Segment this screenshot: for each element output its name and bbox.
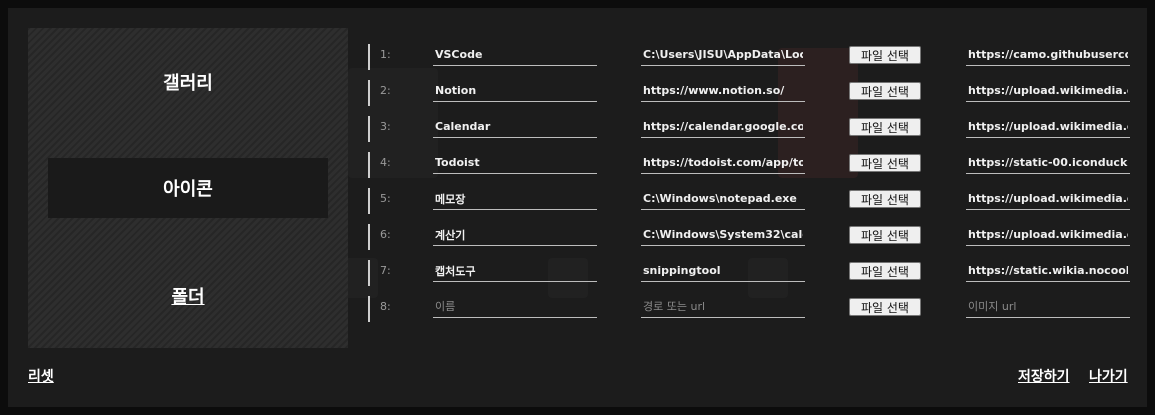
image-url-input[interactable] [966,152,1130,174]
path-input[interactable] [641,152,805,174]
name-input[interactable] [433,260,597,282]
image-url-input[interactable] [966,260,1130,282]
image-url-input[interactable] [966,296,1130,318]
path-input[interactable] [641,224,805,246]
row-number: 8: [380,300,391,313]
list-item: 7: 파일 선택 [368,260,1147,286]
path-input[interactable] [641,296,805,318]
row-divider [368,260,370,286]
choose-file-button[interactable]: 파일 선택 [849,298,921,316]
row-number: 6: [380,228,391,241]
menu-item-label: 갤러리 [163,73,213,94]
exit-button[interactable]: 나가기 [1089,366,1128,386]
row-number: 2: [380,84,391,97]
choose-file-button[interactable]: 파일 선택 [849,82,921,100]
choose-file-button[interactable]: 파일 선택 [849,118,921,136]
list-item: 8: 파일 선택 [368,296,1147,322]
image-url-input[interactable] [966,224,1130,246]
menu-item-icon[interactable]: 아이콘 [48,158,328,218]
choose-file-button[interactable]: 파일 선택 [849,190,921,208]
row-divider [368,188,370,214]
choose-file-button[interactable]: 파일 선택 [849,46,921,64]
path-input[interactable] [641,116,805,138]
choose-file-button[interactable]: 파일 선택 [849,154,921,172]
name-input[interactable] [433,188,597,210]
row-divider [368,80,370,106]
row-divider [368,44,370,70]
row-number: 5: [380,192,391,205]
name-input[interactable] [433,116,597,138]
list-item: 5: 파일 선택 [368,188,1147,214]
list-item: 2: 파일 선택 [368,80,1147,106]
name-input[interactable] [433,80,597,102]
path-input[interactable] [641,80,805,102]
name-input[interactable] [433,44,597,66]
list-item: 3: 파일 선택 [368,116,1147,142]
row-number: 7: [380,264,391,277]
list-item: 1: 파일 선택 [368,44,1147,70]
list-item: 6: 파일 선택 [368,224,1147,250]
row-divider [368,296,370,322]
path-input[interactable] [641,188,805,210]
name-input[interactable] [433,224,597,246]
row-number: 1: [380,48,391,61]
save-button[interactable]: 저장하기 [1018,366,1070,386]
reset-button[interactable]: 리셋 [28,366,54,386]
category-menu: 갤러리 아이콘 폴더 [28,28,348,348]
row-divider [368,116,370,142]
image-url-input[interactable] [966,44,1130,66]
row-number: 3: [380,120,391,133]
row-divider [368,152,370,178]
choose-file-button[interactable]: 파일 선택 [849,262,921,280]
path-input[interactable] [641,260,805,282]
choose-file-button[interactable]: 파일 선택 [849,226,921,244]
menu-item-gallery[interactable]: 갤러리 [48,52,328,112]
menu-item-label: 아이콘 [163,179,213,200]
menu-item-label: 폴더 [171,287,205,308]
image-url-input[interactable] [966,188,1130,210]
list-item: 4: 파일 선택 [368,152,1147,178]
row-number: 4: [380,156,391,169]
image-url-input[interactable] [966,80,1130,102]
row-divider [368,224,370,250]
menu-item-folder[interactable]: 폴더 [48,266,328,326]
name-input[interactable] [433,296,597,318]
settings-overlay: 갤러리 아이콘 폴더 1: 파일 선택 2: 파일 선택 3: [8,8,1147,407]
path-input[interactable] [641,44,805,66]
name-input[interactable] [433,152,597,174]
image-url-input[interactable] [966,116,1130,138]
